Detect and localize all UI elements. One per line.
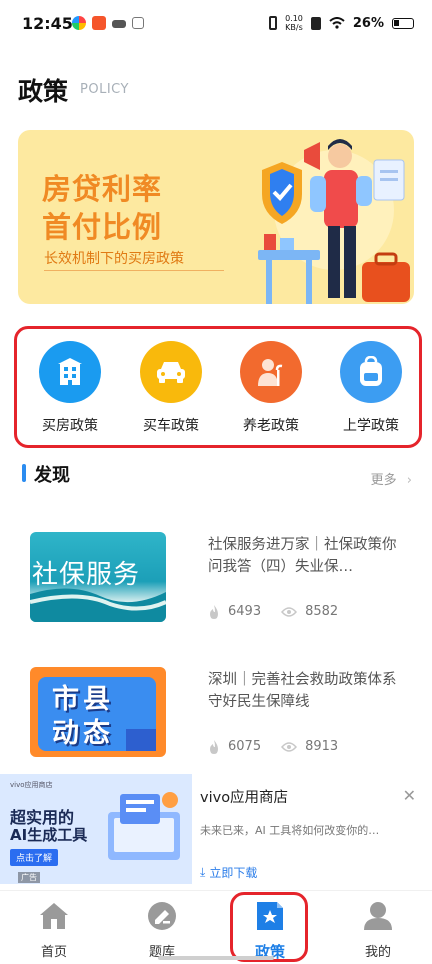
tab-question-bank[interactable]: 题库 xyxy=(108,899,216,960)
home-icon xyxy=(37,899,71,933)
fire-icon xyxy=(210,604,218,619)
download-button[interactable]: ⤓ 立即下载 xyxy=(200,864,257,881)
vibrate-icon xyxy=(269,16,278,30)
section-accent-bar xyxy=(22,464,26,482)
ad-image-headline-2: AI生成工具 xyxy=(10,826,88,844)
category-elderly-policy[interactable]: 养老政策 xyxy=(226,341,316,435)
status-time: 12:45 xyxy=(22,14,73,33)
eye-icon xyxy=(281,741,298,752)
building-icon xyxy=(39,341,101,403)
article-thumbnail: 社保服务 xyxy=(30,532,166,622)
banner-line-3: 长效机制下的买房政策 xyxy=(44,251,184,267)
elderly-icon xyxy=(240,341,302,403)
close-icon[interactable]: ✕ xyxy=(403,786,416,805)
ad-description: 未来已来，AI 工具将如何改变你的… xyxy=(200,824,380,837)
article-thumbnail: 市县 动态 xyxy=(30,667,166,757)
network-speed: 0.10 KB/s xyxy=(285,14,303,32)
network-speed-value: 0.10 xyxy=(285,14,303,23)
download-icon: ⤓ xyxy=(200,865,206,879)
view-count: 8582 xyxy=(305,604,339,619)
highlight-ring xyxy=(230,892,308,962)
banner-underline xyxy=(44,270,224,271)
article-item[interactable]: 社保服务 社保服务进万家｜社保政策你问我答（四）失业保… 6493 8582 xyxy=(30,532,414,624)
question-bank-icon xyxy=(145,899,179,933)
category-housing-policy[interactable]: 买房政策 xyxy=(25,341,115,435)
tab-label: 首页 xyxy=(40,945,67,960)
home-indicator[interactable] xyxy=(158,956,274,960)
app-notification-icon xyxy=(92,16,106,30)
ad-tag: 广告 xyxy=(18,872,40,883)
article-item[interactable]: 市县 动态 深圳｜完善社会救助政策体系 守好民生保障线 6075 8913 xyxy=(30,667,414,759)
no-sim-icon xyxy=(310,16,321,30)
ad-illustration xyxy=(108,792,180,860)
ad-image-button: 点击了解 xyxy=(10,849,59,866)
category-school-policy[interactable]: 上学政策 xyxy=(326,341,416,435)
category-label: 买房政策 xyxy=(42,418,98,434)
profile-icon xyxy=(361,899,395,933)
page-subtitle: POLICY xyxy=(80,82,129,97)
more-label: 更多 xyxy=(370,473,397,488)
thumbnail-text-line-2: 动态 xyxy=(52,718,114,749)
fire-icon xyxy=(210,739,218,754)
banner-illustration xyxy=(258,139,410,304)
banner-line-1: 房贷利率 xyxy=(42,172,163,206)
ad-image-store-label: vivo应用商店 xyxy=(10,781,53,789)
thumbnail-text: 社保服务 xyxy=(32,560,141,590)
bottom-navigation: 首页 题库 政策 我的 xyxy=(0,890,432,964)
article-title: 深圳｜完善社会救助政策体系 守好民生保障线 xyxy=(208,672,397,710)
app-notification-icon xyxy=(72,16,86,30)
chevron-right-icon: › xyxy=(406,473,412,488)
more-link[interactable]: 更多 › xyxy=(371,469,412,488)
housing-policy-banner[interactable]: 房贷利率 首付比例 长效机制下的买房政策 xyxy=(18,130,414,304)
battery-percent: 26% xyxy=(352,15,384,31)
tab-label: 我的 xyxy=(364,945,391,960)
policy-categories: 买房政策 买车政策 养老政策 上学政策 xyxy=(14,326,422,448)
like-count: 6493 xyxy=(228,604,262,619)
network-speed-unit: KB/s xyxy=(285,23,303,32)
page-title: 政策 xyxy=(18,77,69,106)
discover-title: 发现 xyxy=(34,465,70,486)
ad-banner[interactable]: vivo应用商店 超实用的 AI生成工具 点击了解 广告 vivo应用商店 未来… xyxy=(0,774,432,886)
crown-icon xyxy=(112,20,126,28)
category-car-policy[interactable]: 买车政策 xyxy=(126,341,216,435)
app-notification-icon xyxy=(132,17,144,29)
tab-home[interactable]: 首页 xyxy=(0,899,108,960)
tab-profile[interactable]: 我的 xyxy=(324,899,432,960)
status-bar: 12:45 0.10 KB/s 26% xyxy=(0,0,432,50)
battery-icon xyxy=(392,17,414,29)
ad-image: vivo应用商店 超实用的 AI生成工具 点击了解 广告 xyxy=(0,774,192,884)
like-count: 6075 xyxy=(228,739,262,754)
download-label: 立即下载 xyxy=(209,866,258,880)
article-title: 社保服务进万家｜社保政策你问我答（四）失业保… xyxy=(208,537,397,575)
notification-icons xyxy=(72,16,144,30)
category-label: 买车政策 xyxy=(143,418,199,434)
backpack-icon xyxy=(340,341,402,403)
wifi-icon xyxy=(329,17,345,29)
category-label: 养老政策 xyxy=(243,418,299,434)
car-icon xyxy=(140,341,202,403)
banner-line-2: 首付比例 xyxy=(42,210,163,244)
view-count: 8913 xyxy=(305,739,339,754)
ad-app-name: vivo应用商店 xyxy=(200,790,289,806)
eye-icon xyxy=(281,606,298,617)
category-label: 上学政策 xyxy=(343,418,399,434)
